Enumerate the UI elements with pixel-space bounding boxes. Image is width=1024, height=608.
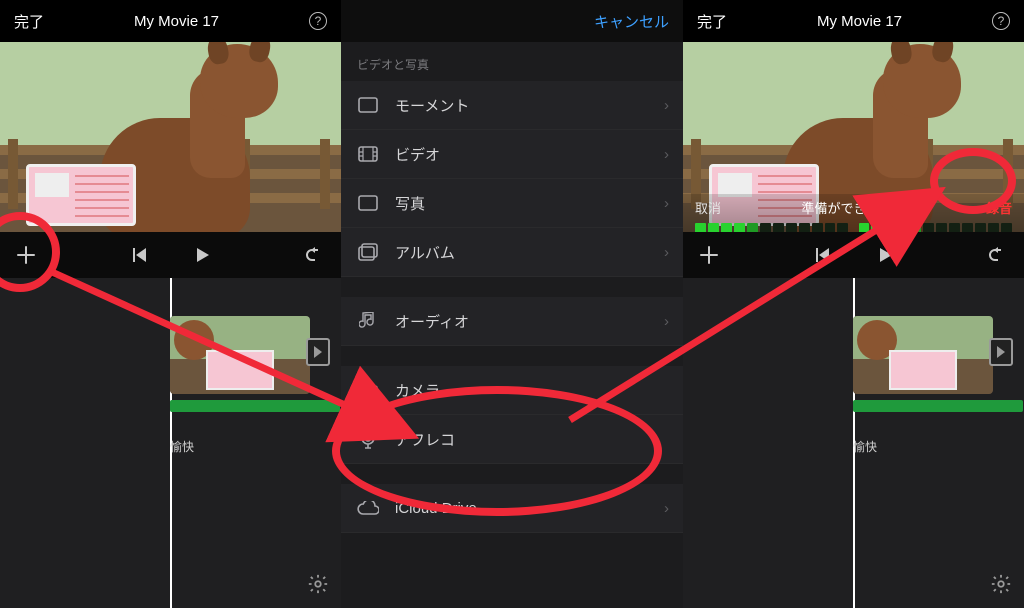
timeline[interactable]: 愉快: [0, 278, 341, 608]
clip-label: 愉快: [170, 438, 194, 455]
chevron-right-icon: ›: [664, 500, 669, 517]
menu-label: モーメント: [395, 95, 469, 116]
audio-track[interactable]: [853, 400, 1023, 412]
video-clip[interactable]: [853, 316, 993, 394]
settings-icon[interactable]: [990, 582, 1012, 599]
top-bar: 完了 My Movie 17 ?: [683, 0, 1024, 42]
undo-button[interactable]: [305, 245, 325, 265]
project-title: My Movie 17: [727, 13, 992, 30]
done-button[interactable]: 完了: [14, 11, 44, 32]
menu-item-camera[interactable]: カメラ: [341, 366, 683, 415]
menu-item-icloud[interactable]: iCloud Drive ›: [341, 484, 683, 533]
clip-label: 愉快: [853, 438, 877, 455]
chevron-right-icon: ›: [664, 97, 669, 114]
record-cancel-button[interactable]: 取消: [695, 198, 721, 217]
record-start-button[interactable]: 録音: [986, 198, 1012, 217]
add-media-button[interactable]: [699, 245, 719, 265]
menu-item-album[interactable]: アルバム ›: [341, 228, 683, 277]
menu-label: アルバム: [395, 242, 455, 263]
done-button[interactable]: 完了: [697, 11, 727, 32]
transition-handle[interactable]: [306, 338, 330, 366]
project-title: My Movie 17: [44, 13, 309, 30]
menu-label: カメラ: [395, 380, 440, 401]
cancel-button[interactable]: キャンセル: [594, 11, 669, 32]
help-icon[interactable]: ?: [992, 12, 1010, 30]
preview-sign: [26, 164, 136, 226]
chevron-right-icon: ›: [664, 244, 669, 261]
pane-editor-recording: 完了 My Movie 17 ? 取消 準備ができました 録音: [683, 0, 1024, 608]
record-status: 準備ができました: [801, 198, 905, 217]
audio-track[interactable]: [170, 400, 340, 412]
add-media-button[interactable]: [16, 245, 36, 265]
audio-icon: [357, 312, 379, 330]
chevron-right-icon: ›: [664, 146, 669, 163]
album-icon: [357, 243, 379, 261]
rewind-button[interactable]: [131, 246, 149, 264]
undo-button[interactable]: [988, 245, 1008, 265]
rewind-button[interactable]: [814, 246, 832, 264]
menu-item-audio[interactable]: オーディオ ›: [341, 297, 683, 346]
chevron-right-icon: ›: [664, 195, 669, 212]
menu-label: アフレコ: [395, 429, 455, 450]
play-button[interactable]: [876, 246, 894, 264]
transport-bar: [683, 232, 1024, 278]
menu-item-voiceover[interactable]: アフレコ: [341, 415, 683, 464]
pane-editor-initial: 完了 My Movie 17 ?: [0, 0, 341, 608]
menu-item-photo[interactable]: 写真 ›: [341, 179, 683, 228]
chevron-right-icon: ›: [664, 313, 669, 330]
section-header-media: ビデオと写真: [341, 42, 683, 81]
menu-label: 写真: [395, 193, 425, 214]
play-button[interactable]: [193, 246, 211, 264]
preview-viewer: 取消 準備ができました 録音: [683, 42, 1024, 232]
transition-handle[interactable]: [989, 338, 1013, 366]
pane-add-media-menu: キャンセル ビデオと写真 モーメント › ビデオ › 写真 ›: [341, 0, 683, 608]
top-bar: 完了 My Movie 17 ?: [0, 0, 341, 42]
menu-label: ビデオ: [395, 144, 440, 165]
menu-label: オーディオ: [395, 311, 469, 332]
audio-level-meter: [695, 223, 1012, 232]
preview-viewer: [0, 42, 341, 232]
help-icon[interactable]: ?: [309, 12, 327, 30]
photo-icon: [357, 195, 379, 211]
video-icon: [357, 146, 379, 162]
moments-icon: [357, 97, 379, 113]
timeline[interactable]: 愉快: [683, 278, 1024, 608]
microphone-icon: [357, 429, 379, 449]
menu-label: iCloud Drive: [395, 500, 477, 517]
camera-icon: [357, 382, 379, 398]
cloud-icon: [357, 501, 379, 515]
menu-item-video[interactable]: ビデオ ›: [341, 130, 683, 179]
transport-bar: [0, 232, 341, 278]
menu-top-bar: キャンセル: [341, 0, 683, 42]
settings-icon[interactable]: [307, 582, 329, 599]
menu-item-moments[interactable]: モーメント ›: [341, 81, 683, 130]
record-overlay: 取消 準備ができました 録音: [683, 194, 1024, 232]
video-clip[interactable]: [170, 316, 310, 394]
